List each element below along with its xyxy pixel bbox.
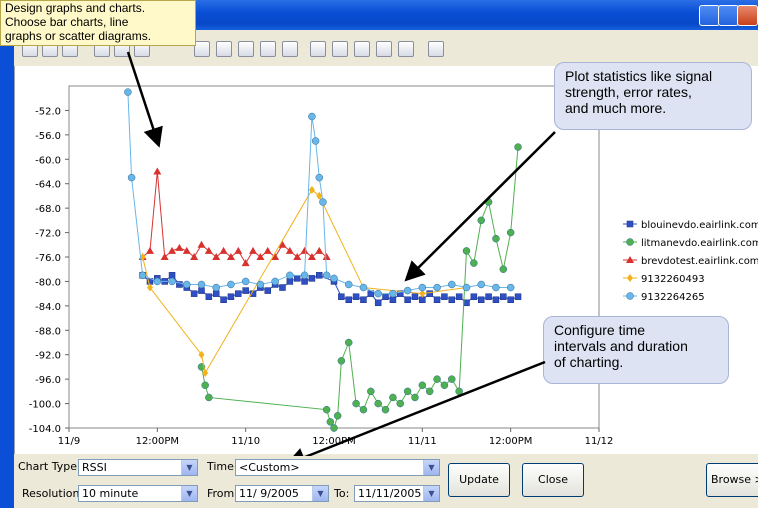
design-arrow xyxy=(126,51,163,148)
to-date-value: 11/11/2005 xyxy=(358,487,422,500)
chart-controls: Chart Type: RSSI ▼ Resolution: 10 minute… xyxy=(14,456,758,508)
chevron-down-icon[interactable]: ▼ xyxy=(423,460,439,475)
callout-arrows xyxy=(126,51,556,467)
to-label: To: xyxy=(334,487,350,500)
chart-type-label: Chart Type: xyxy=(18,460,81,473)
resolution-label: Resolution: xyxy=(22,487,84,500)
resolution-select[interactable]: 10 minute ▼ xyxy=(78,485,198,502)
from-label: From: xyxy=(207,487,238,500)
time-select[interactable]: <Custom> ▼ xyxy=(235,459,440,476)
update-button[interactable]: Update xyxy=(448,463,510,497)
configure-arrow xyxy=(285,360,546,467)
chevron-down-icon[interactable]: ▼ xyxy=(181,486,197,501)
chevron-down-icon[interactable]: ▼ xyxy=(181,460,197,475)
chevron-down-icon[interactable]: ▼ xyxy=(312,486,328,501)
resolution-value: 10 minute xyxy=(82,487,139,500)
time-label: Time: xyxy=(207,460,238,473)
plot-arrow xyxy=(404,131,556,282)
close-button[interactable]: Close xyxy=(522,463,584,497)
browse-button[interactable]: Browse >> xyxy=(706,463,758,497)
time-value: <Custom> xyxy=(239,461,300,474)
chart-type-select[interactable]: RSSI ▼ xyxy=(78,459,198,476)
chart-type-value: RSSI xyxy=(82,461,107,474)
from-date-value: 11/ 9/2005 xyxy=(239,487,299,500)
to-date-picker[interactable]: 11/11/2005 ▼ xyxy=(354,485,440,502)
from-date-picker[interactable]: 11/ 9/2005 ▼ xyxy=(235,485,329,502)
chevron-down-icon[interactable]: ▼ xyxy=(423,486,439,501)
